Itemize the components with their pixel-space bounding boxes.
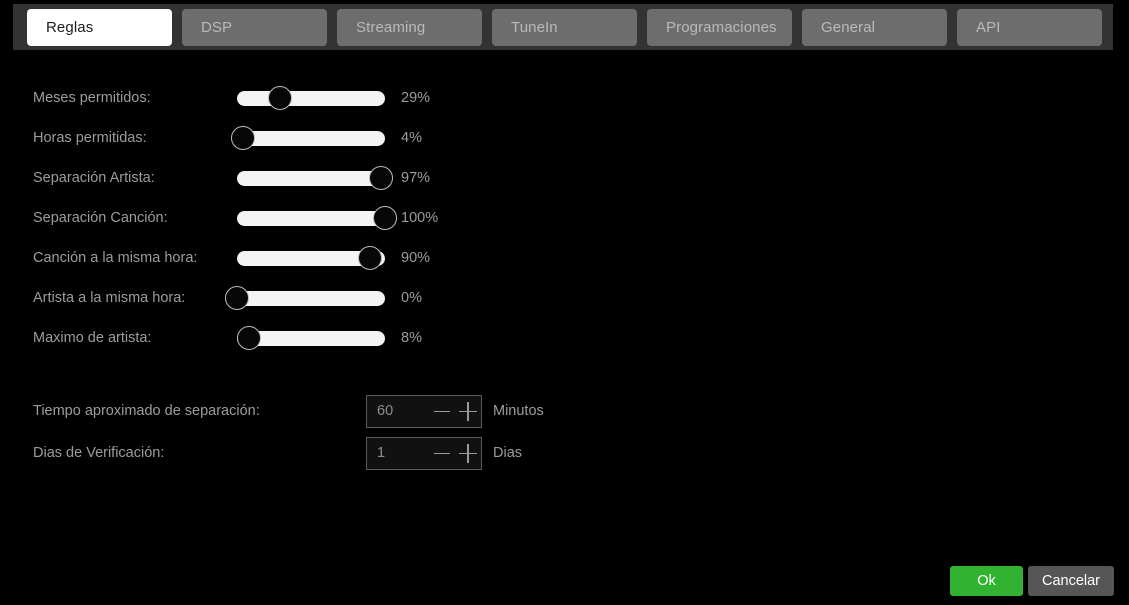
tab-general[interactable]: General [802,8,947,46]
slider-row: Maximo de artista: 8% [33,318,438,358]
cancel-button[interactable]: Cancelar [1028,566,1114,596]
tab-label: Reglas [46,18,94,36]
slider-value: 0% [401,290,422,306]
slider-label: Separación Canción: [33,210,168,226]
tab-label: TuneIn [511,18,558,36]
tab-strip: Reglas DSP Streaming TuneIn Programaciones Ge… [13,4,1102,50]
ok-button[interactable]: Ok [950,566,1023,596]
slider-track[interactable] [237,131,385,146]
stepper-input[interactable]: 1 [367,445,429,461]
stepper-label: Dias de Verificación: [33,445,165,461]
stepper-row: Dias de Verificación: 1 Dias [33,432,544,474]
slider-control[interactable] [225,286,385,310]
slider-settings-group: Meses permitidos: 29% Horas permitidas: 4% S… [33,78,438,358]
tab-label: DSP [201,18,233,36]
slider-row: Canción a la misma hora: 90% [33,238,438,278]
slider-track[interactable] [237,291,385,306]
slider-label: Separación Artista: [33,170,155,186]
slider-label: Maximo de artista: [33,330,152,346]
tab-label: Streaming [356,18,426,36]
slider-row: Separación Artista: 97% [33,158,438,198]
slider-label: Meses permitidos: [33,90,151,106]
slider-thumb[interactable] [368,166,393,190]
slider-label: Canción a la misma hora: [33,250,198,266]
slider-thumb[interactable] [236,326,261,350]
settings-panel: Meses permitidos: 29% Horas permitidas: 4% S… [0,50,1129,605]
tab-tunein[interactable]: TuneIn [492,8,637,46]
slider-row: Meses permitidos: 29% [33,78,438,118]
slider-control[interactable] [236,326,385,350]
stepper-unit-label: Minutos [493,403,544,419]
tab-streaming[interactable]: Streaming [337,8,482,46]
tab-programaciones[interactable]: Programaciones [647,8,792,46]
tab-bar: Reglas DSP Streaming TuneIn Programaciones Ge… [13,4,1113,50]
slider-row: Separación Canción: 100% [33,198,438,238]
minus-icon[interactable] [429,438,455,469]
quantity-stepper[interactable]: 1 [366,436,482,470]
tab-dsp[interactable]: DSP [182,8,327,46]
slider-thumb[interactable] [358,246,383,270]
slider-track[interactable] [237,211,385,226]
tab-label: General [821,18,876,36]
tab-api[interactable]: API [957,8,1102,46]
tab-label: Programaciones [666,18,777,36]
stepper-input[interactable]: 60 [367,403,429,419]
slider-control[interactable] [237,246,385,270]
slider-thumb[interactable] [230,126,255,150]
stepper-row: Tiempo aproximado de separación: 60 Minuto… [33,390,544,432]
tab-label: API [976,18,1001,36]
slider-control[interactable] [237,86,385,110]
slider-control[interactable] [237,166,393,190]
plus-icon[interactable] [455,438,481,469]
slider-track[interactable] [237,91,385,106]
slider-row: Artista a la misma hora: 0% [33,278,438,318]
slider-value: 29% [401,90,431,106]
slider-control[interactable] [237,206,397,230]
slider-thumb[interactable] [267,86,292,110]
slider-row: Horas permitidas: 4% [33,118,438,158]
dialog-footer: Ok Cancelar [950,566,1114,596]
slider-label: Artista a la misma hora: [33,290,186,306]
slider-value: 97% [401,170,431,186]
slider-thumb[interactable] [225,286,249,310]
tab-reglas[interactable]: Reglas [27,8,172,46]
slider-value: 8% [401,330,422,346]
quantity-stepper[interactable]: 60 [366,394,482,428]
slider-track[interactable] [237,171,385,186]
plus-icon[interactable] [455,396,481,427]
slider-control[interactable] [230,126,385,150]
stepper-unit-label: Dias [493,445,523,461]
slider-value: 4% [401,130,422,146]
stepper-settings-group: Tiempo aproximado de separación: 60 Minuto… [33,390,544,474]
minus-icon[interactable] [429,396,455,427]
stepper-label: Tiempo aproximado de separación: [33,403,260,419]
slider-value: 100% [401,210,439,226]
slider-value: 90% [401,250,431,266]
slider-label: Horas permitidas: [33,130,147,146]
slider-thumb[interactable] [373,206,397,230]
